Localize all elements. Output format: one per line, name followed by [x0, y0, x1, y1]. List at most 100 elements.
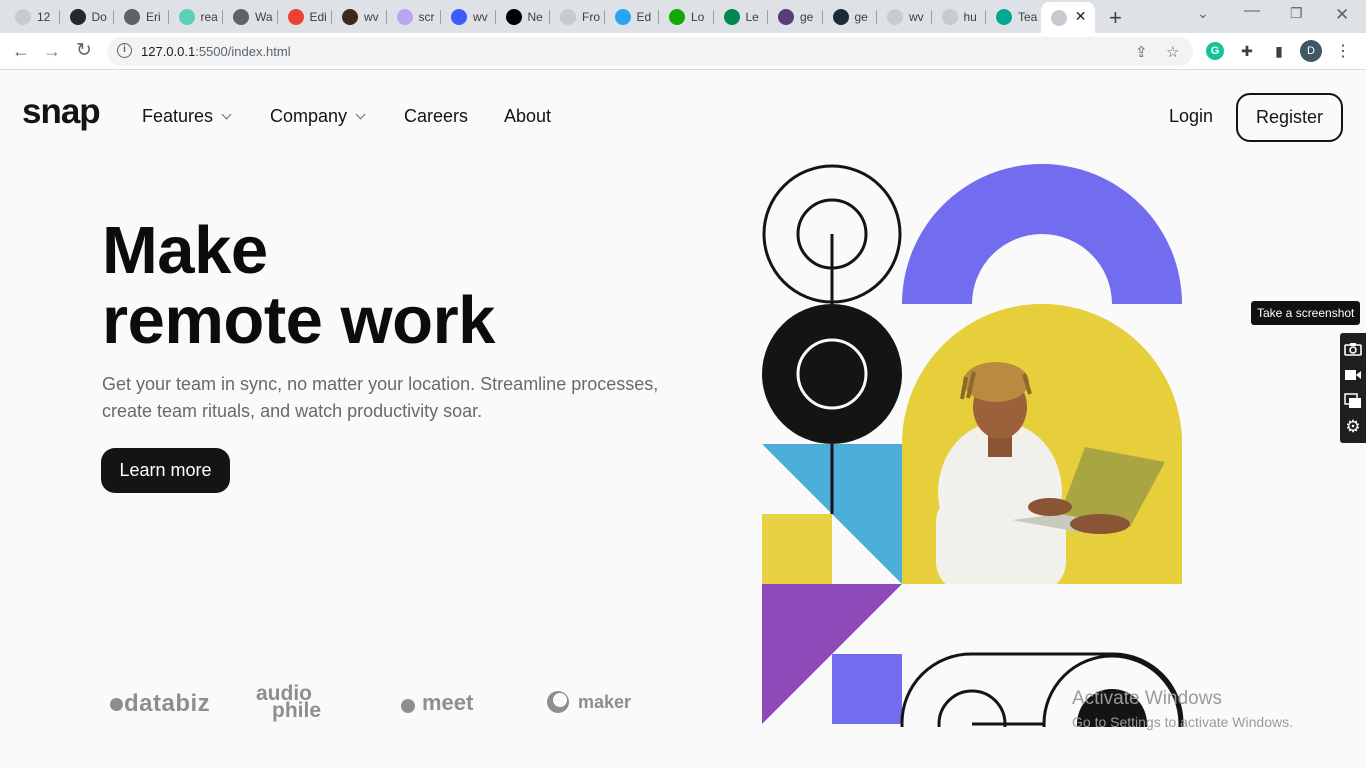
- hero-headline: Make remote work: [102, 216, 495, 356]
- browser-tab[interactable]: Tea: [986, 4, 1040, 30]
- activate-title: Activate Windows: [1072, 688, 1222, 709]
- tab-search-icon[interactable]: ⌄: [1197, 5, 1209, 22]
- browser-tab[interactable]: wv: [877, 4, 931, 30]
- video-camera-icon[interactable]: [1344, 367, 1362, 383]
- tab-title: wv: [364, 10, 379, 24]
- browser-tab[interactable]: 12: [5, 4, 59, 30]
- browser-tab[interactable]: Ed: [605, 4, 659, 30]
- activate-subtitle: Go to Settings to activate Windows.: [1072, 714, 1293, 730]
- window-capture-icon[interactable]: [1344, 393, 1362, 409]
- browser-tab[interactable]: Wa: [223, 4, 277, 30]
- site-info-icon[interactable]: i: [117, 43, 132, 58]
- cursor-icon: [832, 9, 849, 25]
- tab-title: 12: [37, 10, 51, 24]
- flag-icon: [723, 9, 740, 25]
- close-tab-icon[interactable]: ✕: [1075, 8, 1087, 25]
- back-icon[interactable]: ←: [12, 41, 30, 62]
- hero-artwork: [762, 164, 1184, 727]
- client-logo-audiophile: audio phile: [256, 683, 322, 722]
- tab-title: Lo: [691, 10, 705, 24]
- tab-title: hu: [963, 10, 977, 24]
- github-icon: [69, 9, 86, 25]
- browser-tab[interactable]: hu: [932, 4, 986, 30]
- share-icon[interactable]: ⇪: [1135, 43, 1148, 61]
- avatar-icon: [342, 9, 358, 25]
- app-icon: [560, 9, 576, 25]
- register-button[interactable]: Register: [1236, 93, 1343, 142]
- nav-careers[interactable]: Careers: [404, 106, 468, 127]
- tab-title: wv: [473, 10, 488, 24]
- grammarly-extension-icon[interactable]: G: [1206, 42, 1224, 60]
- browser-tab[interactable]: Eri: [114, 4, 168, 30]
- screenshot-tooltip: Take a screenshot: [1251, 301, 1361, 325]
- app-icon: [1050, 9, 1067, 26]
- dark-circle: [762, 304, 902, 444]
- nav-about[interactable]: About: [504, 106, 551, 127]
- meet-dot-icon: [401, 699, 415, 713]
- nav-company-label: Company: [270, 106, 348, 126]
- triangle-icon: [505, 9, 522, 25]
- diamond-icon: [996, 9, 1012, 25]
- browser-tab[interactable]: wv: [441, 4, 495, 30]
- settings-gear-icon[interactable]: ⚙: [1344, 417, 1362, 436]
- nav-features[interactable]: Features: [142, 106, 232, 127]
- close-window-icon[interactable]: ✕: [1335, 5, 1349, 25]
- client-logo-meet: meet: [401, 690, 473, 716]
- browser-tab[interactable]: Lo: [659, 4, 713, 30]
- menu-kebab-icon[interactable]: ⋮: [1334, 42, 1352, 60]
- browser-tab[interactable]: wv: [332, 4, 386, 30]
- browser-tab[interactable]: Do: [60, 4, 114, 30]
- tab-title: ge: [800, 10, 814, 24]
- hero-photo: [902, 304, 1182, 584]
- databiz-text: databiz: [124, 690, 211, 717]
- restore-icon[interactable]: ❐: [1290, 5, 1303, 22]
- tab-title: wv: [909, 10, 924, 24]
- upwork-icon: [669, 9, 685, 25]
- url-text: 127.0.0.1:5500/index.html: [141, 44, 291, 59]
- maker-text: maker: [578, 691, 632, 712]
- app-icon: [396, 9, 413, 25]
- browser-toolbar: ← → ↻ i 127.0.0.1:5500/index.html ⇪ ☆ G …: [0, 33, 1366, 70]
- tab-title: rea: [200, 10, 218, 24]
- browser-tab[interactable]: Le: [714, 4, 768, 30]
- browser-tab-active[interactable]: ✕: [1040, 2, 1095, 33]
- browser-tab[interactable]: ge: [768, 4, 822, 30]
- forward-icon[interactable]: →: [43, 41, 61, 62]
- bookmark-star-icon[interactable]: ☆: [1166, 43, 1179, 61]
- side-panel-icon[interactable]: ▮: [1270, 42, 1288, 60]
- hero-subtext: Get your team in sync, no matter your lo…: [102, 374, 659, 421]
- tab-title: Le: [745, 10, 759, 24]
- address-bar[interactable]: i 127.0.0.1:5500/index.html ⇪ ☆: [107, 37, 1193, 66]
- minimize-icon[interactable]: —: [1244, 2, 1260, 20]
- browser-tab[interactable]: ge: [823, 4, 877, 30]
- login-link[interactable]: Login: [1169, 106, 1213, 127]
- outline-circle-bottom-left: [937, 689, 1007, 727]
- reload-icon[interactable]: ↻: [76, 39, 92, 62]
- browser-tab[interactable]: rea: [169, 4, 223, 30]
- app-icon: [15, 9, 31, 25]
- browser-tab[interactable]: scr: [387, 4, 441, 30]
- new-tab-button[interactable]: +: [1109, 5, 1122, 31]
- snap-logo[interactable]: snap: [22, 92, 101, 132]
- browser-tab[interactable]: Fro: [550, 4, 604, 30]
- maker-logo-icon: [547, 691, 569, 713]
- globe-icon: [233, 9, 249, 25]
- tab-title: Ne: [527, 10, 543, 24]
- profile-avatar[interactable]: D: [1300, 40, 1322, 62]
- activate-windows-watermark: Activate Windows Go to Settings to activ…: [1072, 688, 1293, 730]
- audiophile-text-2: phile: [272, 699, 322, 722]
- client-logo-databiz: databiz: [110, 690, 210, 718]
- camera-icon[interactable]: [1344, 341, 1362, 357]
- app-icon: [887, 9, 903, 25]
- bootstrap-icon: [778, 9, 794, 25]
- browser-tab[interactable]: Ne: [496, 4, 550, 30]
- learn-more-button[interactable]: Learn more: [101, 448, 230, 493]
- nav-features-label: Features: [142, 106, 214, 126]
- browser-tab[interactable]: Edi: [278, 4, 332, 30]
- extensions-puzzle-icon[interactable]: ✚: [1238, 42, 1256, 60]
- nav-company[interactable]: Company: [270, 106, 366, 127]
- tab-title: scr: [418, 10, 435, 24]
- purple-arch: [902, 164, 1182, 304]
- tab-title: Tea: [1018, 10, 1038, 24]
- headline-line-1: Make: [102, 213, 268, 288]
